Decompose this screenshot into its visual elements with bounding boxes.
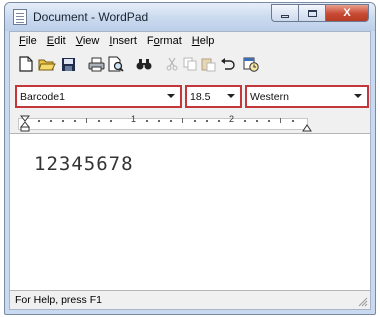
new-document-icon: [19, 56, 33, 72]
ruler-dot: [268, 120, 270, 122]
ruler[interactable]: 1 2: [18, 114, 374, 133]
ruler-dot: [110, 120, 112, 122]
client-area: File Edit View Insert Format Help Barcod…: [9, 31, 371, 310]
status-bar: For Help, press F1: [10, 291, 370, 309]
ruler-dot: [146, 120, 148, 122]
status-text: For Help, press F1: [15, 294, 102, 306]
menu-format-label-end: rmat: [159, 35, 182, 47]
font-size-dropdown-icon[interactable]: [227, 94, 235, 98]
menu-format[interactable]: Format: [142, 32, 187, 51]
menu-bar: File Edit View Insert Format Help: [10, 32, 370, 51]
ruler-dot: [206, 120, 208, 122]
paste-icon: [201, 58, 215, 71]
window-title: Document - WordPad: [33, 10, 149, 24]
copy-icon: [183, 57, 196, 71]
cut-icon: [166, 57, 178, 71]
font-name-dropdown-icon[interactable]: [167, 94, 175, 98]
format-bar: Barcode1 18.5 Western: [10, 81, 370, 111]
find-button[interactable]: [134, 54, 154, 74]
save-button[interactable]: [58, 54, 78, 74]
menu-help-mnemonic: H: [191, 35, 200, 47]
ruler-dot: [158, 120, 160, 122]
print-preview-icon: [108, 56, 124, 72]
ruler-label-1: 1: [131, 114, 137, 124]
new-button[interactable]: [16, 54, 36, 74]
save-icon: [61, 57, 75, 71]
ruler-dot: [74, 120, 76, 122]
print-preview-button[interactable]: [106, 54, 126, 74]
ruler-dot: [50, 120, 52, 122]
ruler-tick: [86, 118, 87, 123]
standard-toolbar: [12, 52, 370, 76]
menu-view[interactable]: View: [71, 32, 105, 51]
ruler-dot: [194, 120, 196, 122]
wordpad-window: Document - WordPad X File Edit View Inse…: [4, 2, 376, 315]
ruler-dot: [170, 120, 172, 122]
minimize-button[interactable]: [271, 4, 298, 22]
paste-button[interactable]: [198, 54, 218, 74]
maximize-icon: [307, 9, 317, 17]
resize-grip-icon[interactable]: [358, 297, 368, 307]
script-dropdown-icon[interactable]: [354, 94, 362, 98]
menu-format-label-start: F: [146, 35, 154, 47]
right-indent-icon[interactable]: [302, 123, 312, 132]
font-name-value: Barcode1: [20, 91, 65, 103]
menu-view-mnemonic: V: [75, 35, 83, 47]
wordpad-app-icon[interactable]: [13, 9, 27, 25]
title-bar[interactable]: Document - WordPad X: [5, 3, 375, 31]
ruler-dot: [62, 120, 64, 122]
ruler-dot: [244, 120, 246, 122]
copy-button[interactable]: [180, 54, 200, 74]
maximize-button[interactable]: [298, 4, 325, 22]
ruler-tick: [280, 118, 281, 123]
ruler-dot: [38, 120, 40, 122]
font-size-value: 18.5: [190, 91, 211, 103]
menu-file-mnemonic: F: [19, 35, 26, 47]
close-button[interactable]: X: [325, 4, 369, 22]
date-time-button[interactable]: [241, 54, 261, 74]
menu-insert[interactable]: Insert: [104, 32, 142, 51]
undo-button[interactable]: [217, 54, 237, 74]
font-size-select[interactable]: 18.5: [185, 85, 242, 108]
open-folder-icon: [38, 59, 56, 71]
ruler-dot: [292, 120, 294, 122]
menu-edit-mnemonic: E: [46, 35, 55, 47]
document-text[interactable]: 12345678: [34, 153, 134, 175]
script-value: Western: [250, 91, 289, 103]
menu-insert-label: nsert: [112, 35, 137, 47]
ruler-tick: [182, 118, 183, 123]
ruler-label-2: 2: [229, 114, 235, 124]
document-editor[interactable]: 12345678: [10, 133, 370, 291]
menu-view-label: iew: [82, 35, 100, 47]
insert-date-time-icon: [243, 57, 259, 72]
menu-edit[interactable]: Edit: [42, 32, 71, 51]
open-button[interactable]: [37, 54, 57, 74]
print-button[interactable]: [86, 54, 106, 74]
undo-icon: [220, 58, 235, 70]
print-icon: [88, 57, 104, 71]
first-line-indent-icon[interactable]: [20, 115, 30, 133]
ruler-dot: [218, 120, 220, 122]
close-icon: X: [343, 7, 351, 19]
find-icon: [136, 59, 152, 70]
font-name-select[interactable]: Barcode1: [15, 85, 182, 108]
ruler-dot: [98, 120, 100, 122]
menu-edit-label: dit: [54, 35, 66, 47]
cut-button[interactable]: [162, 54, 182, 74]
minimize-icon: [281, 14, 289, 18]
script-select[interactable]: Western: [245, 85, 369, 108]
menu-help-label: elp: [199, 35, 215, 47]
menu-help[interactable]: Help: [187, 32, 220, 51]
menu-file[interactable]: File: [14, 32, 42, 51]
menu-file-label: ile: [25, 35, 37, 47]
caption-buttons: X: [271, 4, 369, 23]
ruler-dot: [256, 120, 258, 122]
